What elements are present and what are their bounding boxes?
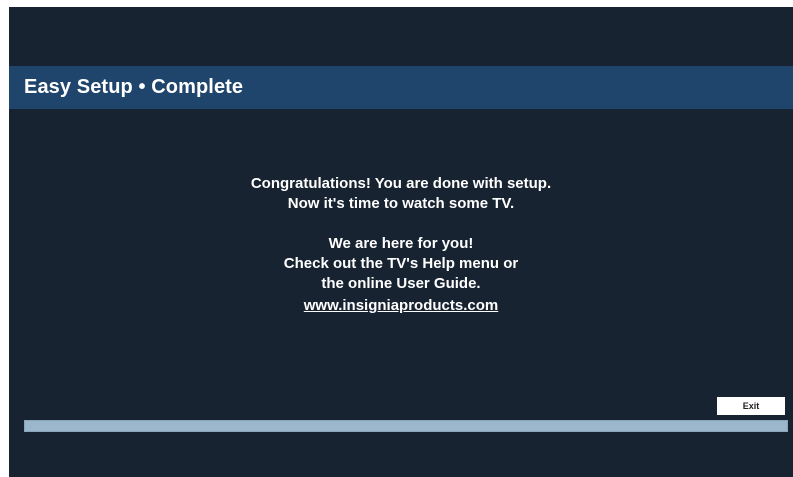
completion-message: Congratulations! You are done with setup… (9, 174, 793, 314)
page-title: Easy Setup • Complete (24, 76, 244, 98)
message-line-user-guide: the online User Guide. (321, 275, 481, 292)
exit-button[interactable]: Exit (717, 397, 785, 415)
website-link[interactable]: www.insigniaproducts.com (304, 296, 498, 316)
setup-progress-bar (24, 420, 788, 432)
tv-screen: Easy Setup • Complete Congratulations! Y… (9, 7, 793, 477)
setup-progress-fill (25, 421, 787, 431)
message-line-here-for-you: We are here for you! (328, 235, 474, 252)
message-line-help-menu: Check out the TV's Help menu or (283, 255, 519, 272)
message-line-watch-tv: Now it's time to watch some TV. (287, 195, 515, 212)
message-spacer (9, 214, 793, 234)
title-bar: Easy Setup • Complete (9, 66, 793, 109)
message-line-congratulations: Congratulations! You are done with setup… (250, 175, 552, 192)
